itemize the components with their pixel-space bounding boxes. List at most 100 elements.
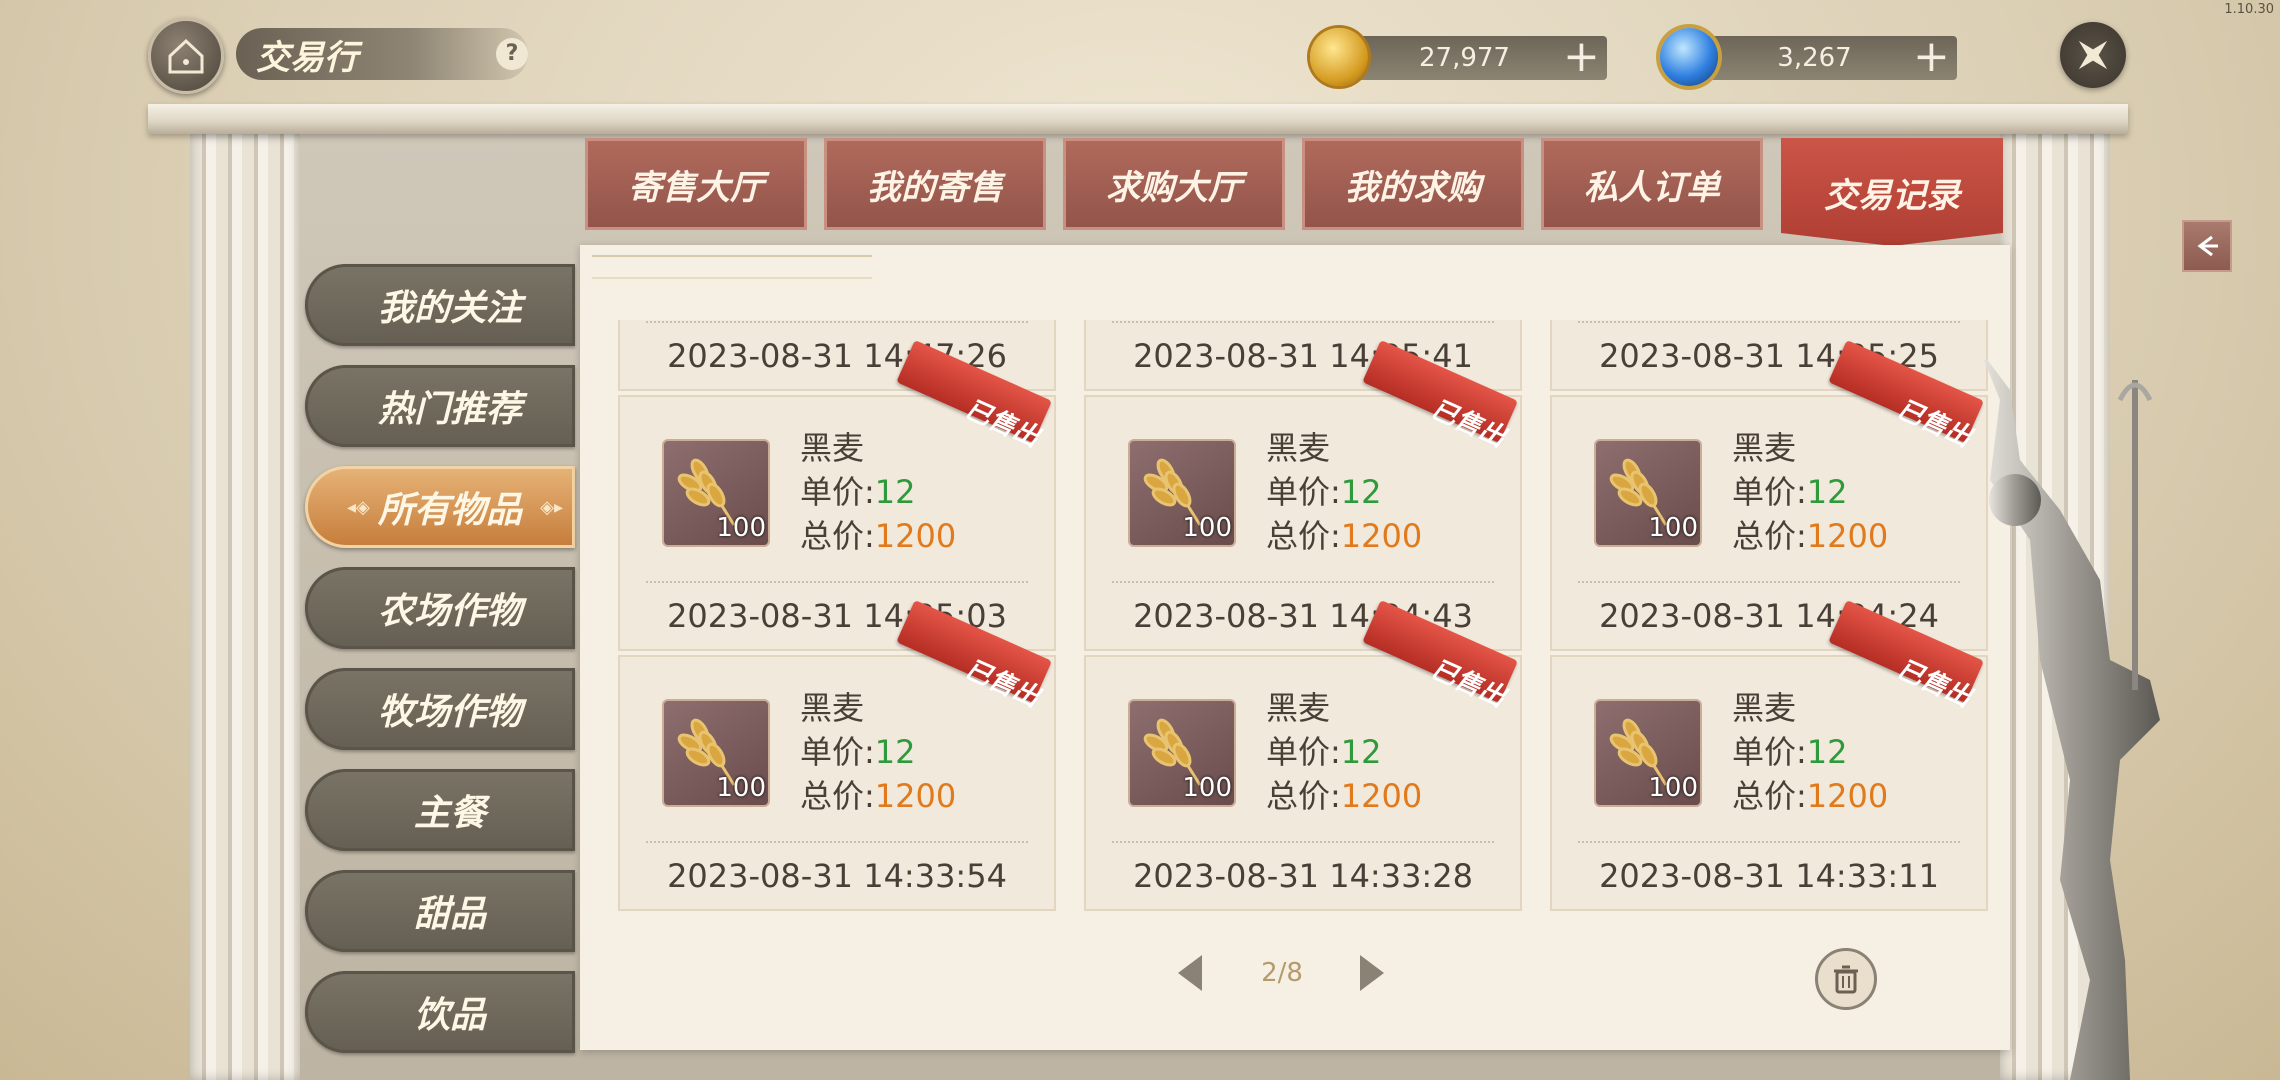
item-name: 黑麦 [1266,689,1331,727]
trade-record-card[interactable]: 100 黑麦 单价:12 总价:1200 2023-08-31 14:33:54… [618,599,1056,911]
unit-price-row: 单价:12 [1266,727,1382,773]
total-price-row: 总价:1200 [1266,511,1422,557]
sold-ribbon: 已售出 [1362,339,1526,461]
records-grid[interactable]: 100 黑麦 单价:12 总价:1200 2023-08-31 14:47:26… [618,320,1988,920]
gem-amount: 3,267 [1777,43,1852,73]
collapse-button[interactable] [2182,220,2232,272]
tab-private-orders[interactable]: 私人订单 [1541,138,1763,230]
unit-price-value: 12 [1340,733,1382,771]
divider [1112,321,1494,323]
trade-timestamp: 2023-08-31 14:34:43 [1133,597,1473,635]
total-price-value: 1200 [1340,777,1423,815]
gold-coin-icon [1310,28,1368,86]
trade-record-card[interactable]: 100 黑麦 单价:12 总价:1200 2023-08-31 14:33:28… [1084,599,1522,911]
rye-item-icon: 100 [1594,439,1702,547]
total-price-row: 总价:1200 [800,511,956,557]
unit-price-label: 单价: [800,733,875,771]
tab-consign-hall[interactable]: 寄售大厅 [585,138,807,230]
item-quantity: 100 [1182,773,1232,803]
unit-price-row: 单价:12 [1732,727,1848,773]
add-gold-button[interactable]: + [1563,35,1600,79]
total-price-label: 总价: [1266,517,1341,555]
version-label: 1.10.30 [2224,2,2274,17]
next-page-icon[interactable] [1360,955,1384,991]
sidebar-item-following[interactable]: 我的关注 [305,264,575,346]
divider [1578,321,1960,323]
unit-price-row: 单价:12 [800,727,916,773]
left-column [190,134,300,1080]
tab-my-consign[interactable]: 我的寄售 [824,138,1046,230]
home-icon [168,38,204,74]
item-quantity: 100 [716,773,766,803]
title-bar: 交易行 [236,28,528,80]
sidebar-item-label: 所有物品 [377,489,522,531]
trade-record-card[interactable]: 100 黑麦 单价:12 总价:1200 2023-08-31 14:35:03… [618,339,1056,651]
trade-timestamp: 2023-08-31 14:33:54 [667,857,1007,895]
divider [646,321,1028,323]
item-name: 黑麦 [1266,429,1331,467]
unit-price-label: 单价: [1732,733,1807,771]
tab-label: 我的寄售 [867,167,1003,208]
tab-label: 私人订单 [1584,167,1720,208]
rye-item-icon: 100 [1594,699,1702,807]
tab-label: 求购大厅 [1106,167,1242,208]
tab-label: 寄售大厅 [628,167,764,208]
tab-trade-records[interactable]: 交易记录 [1781,138,2003,246]
sidebar-item-label: 主餐 [413,792,486,834]
tab-purchase-hall[interactable]: 求购大厅 [1063,138,1285,230]
delete-records-button[interactable] [1815,948,1877,1010]
architrave [148,104,2128,134]
item-name: 黑麦 [800,689,865,727]
sidebar-item-farm-crops[interactable]: 农场作物 [305,567,575,649]
sidebar-item-label: 牧场作物 [377,691,522,733]
tab-label: 我的求购 [1345,167,1481,208]
sidebar-item-drinks[interactable]: 饮品 [305,971,575,1053]
blue-gem-icon [1660,28,1718,86]
unit-price-value: 12 [1806,473,1848,511]
tab-label: 交易记录 [1824,175,1960,216]
unit-price-label: 单价: [1266,473,1341,511]
divider [1112,841,1494,843]
total-price-label: 总价: [1732,517,1807,555]
total-price-label: 总价: [800,517,875,555]
item-name: 黑麦 [1732,429,1797,467]
records-panel: 100 黑麦 单价:12 总价:1200 2023-08-31 14:47:26… [580,245,2010,1050]
sidebar-item-all-items[interactable]: ◂◈ 所有物品 ◈▸ [305,466,575,548]
gem-currency: 3,267 + [1660,28,1957,86]
sidebar-item-ranch-products[interactable]: 牧场作物 [305,668,575,750]
total-price-row: 总价:1200 [800,771,956,817]
sidebar-item-main-course[interactable]: 主餐 [305,769,575,851]
help-icon[interactable]: ? [496,38,528,70]
right-ornament-icon: ◈▸ [540,496,563,518]
close-button[interactable] [2060,22,2126,88]
unit-price-row: 单价:12 [800,467,916,513]
unit-price-value: 12 [1806,733,1848,771]
total-price-label: 总价: [800,777,875,815]
sold-ribbon: 已售出 [1362,599,1526,721]
share-arrow-icon [2197,235,2218,257]
gold-currency: 27,977 + [1310,28,1607,86]
total-price-row: 总价:1200 [1732,511,1888,557]
tab-my-purchase[interactable]: 我的求购 [1302,138,1524,230]
trade-timestamp: 2023-08-31 14:47:26 [667,337,1007,375]
prev-page-icon[interactable] [1178,955,1202,991]
sidebar-item-popular[interactable]: 热门推荐 [305,365,575,447]
item-quantity: 100 [1648,773,1698,803]
sidebar-item-label: 甜品 [413,893,486,935]
divider [1578,581,1960,583]
total-price-value: 1200 [1806,777,1889,815]
sidebar-item-dessert[interactable]: 甜品 [305,870,575,952]
unit-price-value: 12 [1340,473,1382,511]
total-price-value: 1200 [1806,517,1889,555]
left-ornament-icon: ◂◈ [347,496,370,518]
rye-item-icon: 100 [1128,439,1236,547]
trade-record-card[interactable]: 100 黑麦 单价:12 总价:1200 2023-08-31 14:34:43… [1084,339,1522,651]
trade-timestamp: 2023-08-31 14:35:41 [1133,337,1473,375]
trade-timestamp: 2023-08-31 14:35:03 [667,597,1007,635]
unit-price-row: 单价:12 [1266,467,1382,513]
unit-price-label: 单价: [800,473,875,511]
gold-amount: 27,977 [1419,43,1510,73]
home-button[interactable] [148,18,224,94]
divider [1112,581,1494,583]
add-gem-button[interactable]: + [1913,35,1950,79]
